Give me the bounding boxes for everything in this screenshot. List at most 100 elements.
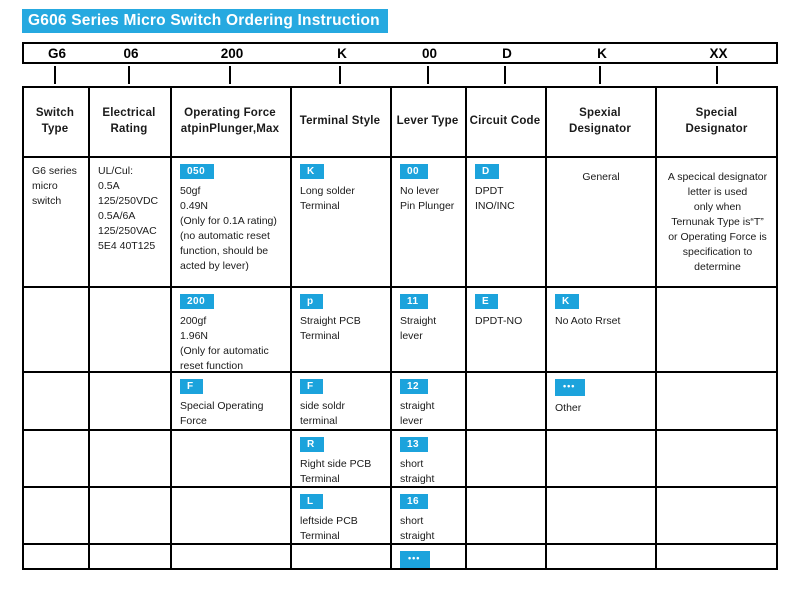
part-number-strip: G6 06 200 K 00 D K XX — [22, 42, 778, 64]
column-header-line: Designator — [568, 123, 632, 135]
cell-text-line: DPDT — [475, 185, 504, 197]
code-badge: 16 — [400, 494, 429, 509]
part-number-tick — [599, 66, 601, 84]
cell-special_designator — [655, 486, 778, 543]
column-header-line: Rating — [110, 123, 148, 135]
cell-spexial_designator: K No Aoto Rrset — [545, 286, 655, 371]
part-number-segment: 200 — [220, 46, 244, 61]
column-header-electrical_rating: Electrical Rating — [88, 86, 170, 156]
cell-text-line: General — [582, 171, 620, 183]
part-number-tick — [715, 66, 718, 84]
cell-text-line: 0.49N — [180, 200, 209, 212]
cell-text-line: Terminal — [300, 200, 340, 212]
cell-operating_force — [170, 543, 290, 570]
cell-text-line: G6 series — [32, 165, 77, 177]
cell-text-line: (no automatic reset — [180, 230, 270, 242]
cell-lever_type: 13short straightlever — [390, 429, 465, 486]
cell-text-line: (Only for 0.1A rating) — [180, 215, 277, 227]
cell-switch_type — [22, 429, 88, 486]
cell-electrical_rating — [88, 429, 170, 486]
cell-text-line: micro — [32, 180, 58, 192]
cell-text-line: Force — [180, 415, 207, 427]
cell-text-line: side soldr — [300, 400, 345, 412]
column-header-special_designator: Special Designator — [655, 86, 778, 156]
code-badge: E — [475, 294, 499, 309]
column-header-terminal_style: Terminal Style — [290, 86, 390, 156]
part-number-segment: K — [337, 46, 347, 61]
column-header-spexial_designator: Spexial Designator — [545, 86, 655, 156]
column-header-line: Designator — [685, 123, 748, 135]
code-badge: 200 — [180, 294, 215, 309]
column-header-line: Switch — [35, 107, 75, 119]
cell-text-line: straight lever — [400, 400, 435, 427]
cell-spexial_designator: General — [545, 156, 655, 286]
cell-switch_type — [22, 371, 88, 429]
part-number-segment: 06 — [123, 46, 139, 61]
cell-text-line: letter is used — [687, 186, 748, 198]
cell-text-line: Right side PCB — [300, 458, 372, 470]
cell-electrical_rating — [88, 286, 170, 371]
code-badge: D — [475, 164, 499, 179]
cell-text-line: Terminal — [300, 530, 340, 542]
column-header-circuit_code: Circuit Code — [465, 86, 545, 156]
cell-operating_force: F Special Operating Force — [170, 371, 290, 429]
cell-terminal_style: Fside soldr terminal — [290, 371, 390, 429]
part-number-segment: 00 — [421, 46, 438, 61]
code-badge: F — [180, 379, 203, 394]
cell-text-line: No lever — [400, 185, 440, 197]
page-title: G606 Series Micro Switch Ordering Instru… — [22, 9, 388, 33]
cell-text-line: acted by lever) — [180, 260, 249, 272]
cell-text-line: Terminal — [300, 330, 340, 342]
cell-operating_force — [170, 429, 290, 486]
cell-text-line: UL/Cul: — [98, 165, 134, 177]
ordering-code-table: Switch Type Electrical Rating Operating Forc… — [22, 86, 778, 570]
cell-lever_type: 11 Straight lever — [390, 286, 465, 371]
cell-text-line: terminal — [300, 415, 338, 427]
cell-text-line: short straight — [400, 458, 435, 485]
cell-spexial_designator: ••• Other — [545, 371, 655, 429]
cell-text-line: No Aoto Rrset — [555, 315, 621, 327]
cell-text-line: Other — [555, 402, 582, 414]
cell-text-line: (Only for automatic — [180, 345, 269, 357]
part-number-tick — [339, 66, 341, 84]
cell-text-line: Straight lever — [400, 315, 437, 342]
part-number-leader-ticks — [22, 66, 778, 86]
column-header-switch_type: Switch Type — [22, 86, 88, 156]
part-number-tick — [426, 66, 429, 84]
part-number-segment: D — [502, 46, 512, 61]
part-number-tick — [128, 66, 130, 84]
cell-circuit_code — [465, 543, 545, 570]
cell-circuit_code — [465, 486, 545, 543]
cell-text-line: only when — [693, 201, 742, 213]
column-header-operating_force: Operating Force atpinPlunger,Max — [170, 86, 290, 156]
cell-spexial_designator — [545, 429, 655, 486]
cell-special_designator — [655, 371, 778, 429]
cell-text-line: 50gf — [180, 185, 201, 197]
part-number-tick — [504, 66, 506, 84]
code-badge: F — [300, 379, 323, 394]
cell-text-line: 5E4 40T125 — [98, 240, 156, 252]
column-header-line: Operating Force — [184, 107, 276, 119]
cell-lever_type: 12straight lever(with hole) — [390, 371, 465, 429]
cell-special_designator — [655, 286, 778, 371]
code-badge: K — [555, 294, 579, 309]
code-badge: 050 — [180, 164, 215, 179]
code-badge: ••• — [555, 379, 586, 396]
cell-text-line: function, should be — [180, 245, 269, 257]
cell-text-line: determine — [694, 261, 741, 273]
column-header-line: Electrical — [102, 107, 156, 119]
cell-text-line: A specical designator — [667, 171, 768, 183]
code-badge: p — [300, 294, 323, 309]
code-badge: 11 — [400, 294, 428, 309]
cell-text-line: 125/250VAC — [98, 225, 157, 237]
cell-terminal_style: Lleftside PCB Terminal — [290, 486, 390, 543]
cell-circuit_code: E DPDT-NO — [465, 286, 545, 371]
cell-operating_force — [170, 486, 290, 543]
cell-text-line: INO/INC — [475, 200, 515, 212]
cell-text-line: specification to — [682, 246, 753, 258]
cell-switch_type — [22, 486, 88, 543]
cell-text-line: reset function — [180, 360, 244, 371]
cell-circuit_code — [465, 429, 545, 486]
column-header-line: Special — [695, 107, 738, 119]
cell-text-line: Terminal — [300, 473, 340, 485]
